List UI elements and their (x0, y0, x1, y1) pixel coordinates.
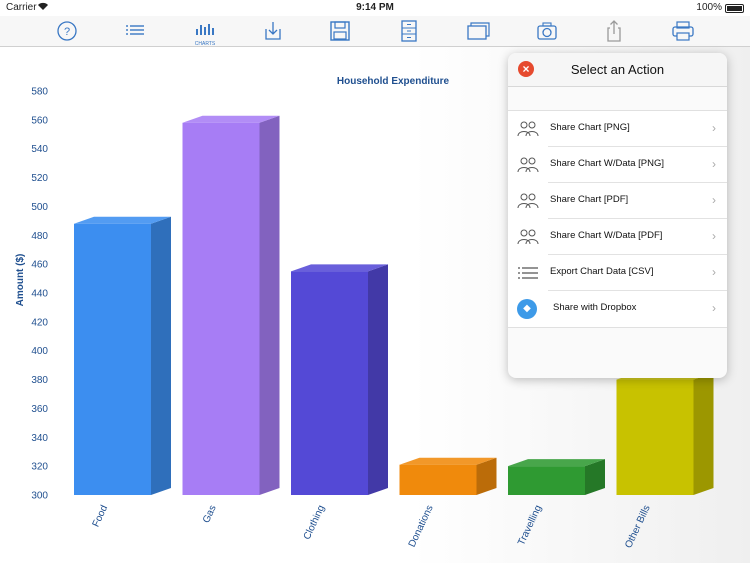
svg-text:?: ? (64, 26, 70, 38)
x-tick-label: Travelling (516, 504, 544, 548)
action-share-chart-data-pdf[interactable]: Share Chart W/Data [PDF] › (508, 219, 727, 255)
bar-front (291, 271, 368, 495)
x-tick-label: Clothing (302, 504, 327, 542)
y-axis-label: Amount ($) (15, 254, 26, 307)
toolbar: ? CHARTS (0, 16, 750, 47)
chevron-right-icon: › (712, 301, 716, 315)
action-label: Share Chart W/Data [PNG] (550, 158, 665, 169)
share-icon[interactable] (603, 20, 627, 42)
popover-title: Select an Action (570, 62, 665, 77)
chevron-right-icon: › (712, 229, 716, 243)
charts-icon[interactable]: CHARTS (193, 20, 217, 47)
bar-gas[interactable] (182, 115, 280, 495)
bar-donations[interactable] (399, 457, 497, 495)
y-tick-label: 500 (31, 202, 48, 213)
action-label: Export Chart Data [CSV] (550, 266, 654, 277)
chevron-right-icon: › (712, 193, 716, 207)
people-icon (517, 155, 539, 175)
bar-side (693, 372, 714, 495)
windows-icon[interactable] (466, 20, 490, 42)
people-icon (517, 191, 539, 211)
bar-front (182, 122, 260, 495)
y-tick-label: 460 (31, 260, 48, 271)
battery-percent: 100% (696, 2, 722, 13)
y-tick-label: 360 (31, 404, 48, 415)
chart-title: Household Expenditure (337, 76, 450, 87)
list-icon[interactable] (124, 20, 148, 42)
y-tick-label: 400 (31, 346, 48, 357)
dropbox-icon: ◆ (517, 299, 539, 319)
action-export-csv[interactable]: Export Chart Data [CSV] › (508, 255, 727, 291)
y-tick-label: 380 (31, 375, 48, 386)
y-tick-label: 440 (31, 289, 48, 300)
bar-food[interactable] (74, 216, 171, 495)
people-icon (517, 227, 539, 247)
cabinet-icon[interactable] (398, 20, 422, 42)
action-share-chart-png[interactable]: Share Chart [PNG] › (508, 111, 727, 147)
action-label: Share Chart [PNG] (550, 122, 630, 133)
download-icon[interactable] (262, 20, 286, 42)
y-tick-label: 580 (31, 87, 48, 98)
list-icon (517, 263, 539, 283)
battery-icon (725, 4, 744, 13)
chevron-right-icon: › (712, 265, 716, 279)
people-icon (517, 119, 539, 139)
action-label: Share with Dropbox (553, 302, 637, 313)
action-label: Share Chart [PDF] (550, 194, 629, 205)
y-tick-label: 560 (31, 115, 48, 126)
x-tick-label: Gas (201, 504, 219, 525)
y-tick-label: 520 (31, 173, 48, 184)
bar-side (368, 264, 388, 495)
action-list: Share Chart [PNG] › Share Chart W/Data [… (508, 110, 727, 328)
bar-front (616, 379, 694, 495)
popover-header: × Select an Action (508, 53, 727, 87)
bar-front (74, 223, 151, 495)
bar-travelling[interactable] (508, 459, 605, 495)
y-tick-label: 300 (31, 491, 48, 502)
y-tick-label: 420 (31, 317, 48, 328)
camera-icon[interactable] (536, 20, 560, 42)
action-share-dropbox[interactable]: ◆ Share with Dropbox › (508, 291, 727, 327)
bar-front (508, 466, 585, 495)
x-tick-label: Donations (407, 504, 436, 549)
y-tick-label: 320 (31, 462, 48, 473)
bar-side (151, 216, 171, 495)
y-tick-label: 540 (31, 144, 48, 155)
clock: 9:14 PM (356, 2, 394, 13)
y-tick-label: 340 (31, 433, 48, 444)
bar-front (399, 464, 477, 495)
action-label: Share Chart W/Data [PDF] (550, 230, 663, 241)
bar-clothing[interactable] (291, 264, 388, 495)
help-icon[interactable]: ? (56, 20, 80, 42)
action-share-chart-pdf[interactable]: Share Chart [PDF] › (508, 183, 727, 219)
status-bar: Carrier 9:14 PM 100% (0, 0, 750, 16)
bar-side (259, 115, 280, 495)
save-icon[interactable] (329, 20, 353, 42)
bar-other-bills[interactable] (616, 372, 714, 495)
action-share-chart-data-png[interactable]: Share Chart W/Data [PNG] › (508, 147, 727, 183)
chevron-right-icon: › (712, 157, 716, 171)
action-popover: × Select an Action Share Chart [PNG] › S… (508, 53, 727, 378)
x-tick-label: Food (91, 504, 111, 529)
chevron-right-icon: › (712, 121, 716, 135)
y-tick-label: 480 (31, 231, 48, 242)
print-icon[interactable] (671, 20, 695, 42)
x-tick-label: Other Bills (623, 504, 652, 550)
